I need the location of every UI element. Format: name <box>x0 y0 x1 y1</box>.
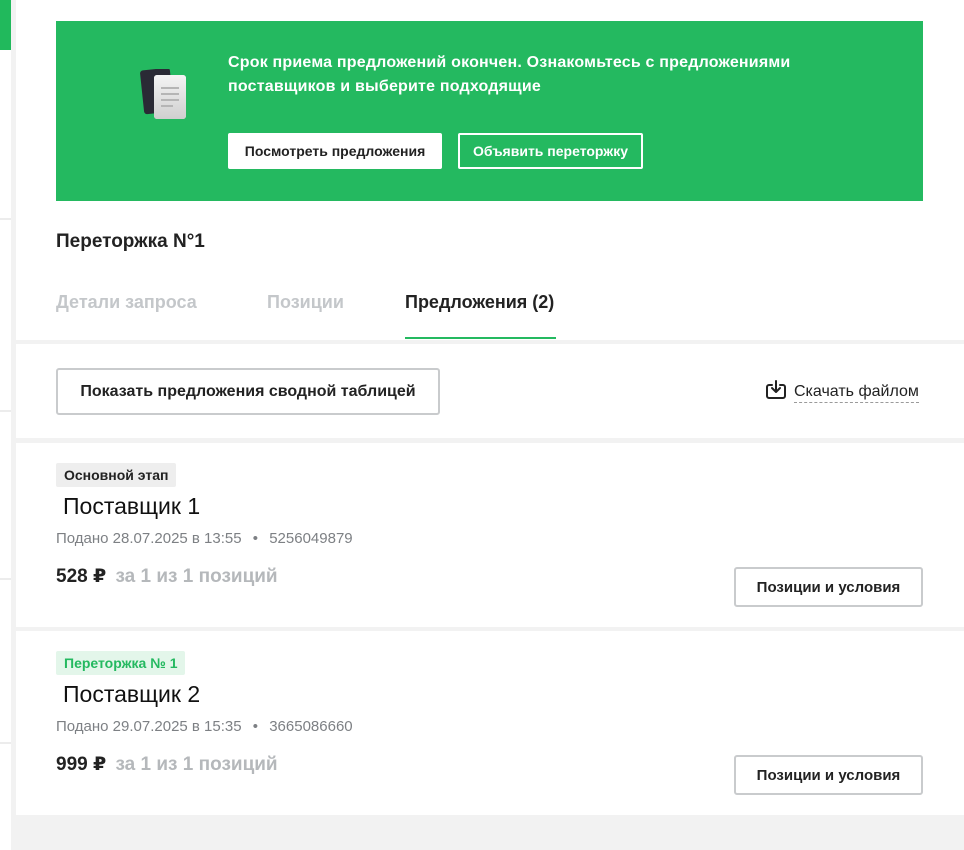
offer-price: 999 ₽ <box>56 754 107 775</box>
stage-badge: Основной этап <box>56 463 177 487</box>
offer-positions-count: за 1 из 1 позиций <box>115 754 278 775</box>
request-header-panel: Срок приема предложений окончен. Ознаком… <box>16 0 964 340</box>
positions-terms-button[interactable]: Позиции и условия <box>734 567 923 607</box>
announce-rebid-button[interactable]: Объявить переторжку <box>458 133 643 169</box>
supplier-name: Поставщик 2 <box>63 681 201 707</box>
sidebar-divider <box>0 218 11 220</box>
offers-toolbar: Показать предложения сводной таблицей Ск… <box>16 344 964 438</box>
supplier-name: Поставщик 1 <box>63 493 201 519</box>
offer-meta: Подано 28.07.2025 в 13:55 • 5256049879 <box>56 530 353 547</box>
stage-badge: Переторжка № 1 <box>56 651 186 675</box>
tab-request-details[interactable]: Детали запроса <box>56 292 197 339</box>
positions-terms-button[interactable]: Позиции и условия <box>734 755 923 795</box>
meta-separator: • <box>252 530 259 547</box>
submitted-date: Подано 28.07.2025 в 13:55 <box>56 530 242 547</box>
offer-card: Переторжка № 1 Поставщик 2 Подано 29.07.… <box>16 631 964 815</box>
view-offers-button[interactable]: Посмотреть предложения <box>228 133 442 169</box>
sidebar-divider <box>0 578 11 580</box>
offer-price-line: 528 ₽ за 1 из 1 позиций <box>56 565 278 588</box>
download-icon <box>764 378 788 407</box>
supplier-inn: 5256049879 <box>269 530 353 547</box>
supplier-inn: 3665086660 <box>269 718 353 735</box>
offer-card: Основной этап Поставщик 1 Подано 28.07.2… <box>16 443 964 627</box>
offer-price-line: 999 ₽ за 1 из 1 позиций <box>56 753 278 776</box>
tab-offers[interactable]: Предложения (2) <box>405 292 557 339</box>
document-stack-icon <box>140 67 190 125</box>
offer-positions-count: за 1 из 1 позиций <box>115 566 278 587</box>
summary-table-button[interactable]: Показать предложения сводной таблицей <box>56 368 440 415</box>
download-file-label[interactable]: Скачать файлом <box>794 382 919 403</box>
tab-positions[interactable]: Позиции <box>267 292 344 339</box>
sidebar-active-accent <box>0 0 11 50</box>
sidebar-divider <box>0 410 11 412</box>
offer-price: 528 ₽ <box>56 566 107 587</box>
sidebar-divider <box>0 742 11 744</box>
download-file-link[interactable]: Скачать файлом <box>764 378 919 407</box>
meta-separator: • <box>252 718 259 735</box>
offers-closed-banner: Срок приема предложений окончен. Ознаком… <box>56 21 923 201</box>
page-title: Переторжка N°1 <box>56 231 205 252</box>
left-sidebar-edge <box>0 0 11 850</box>
banner-message: Срок приема предложений окончен. Ознаком… <box>228 54 791 95</box>
offer-meta: Подано 29.07.2025 в 15:35 • 3665086660 <box>56 718 353 735</box>
submitted-date: Подано 29.07.2025 в 15:35 <box>56 718 242 735</box>
